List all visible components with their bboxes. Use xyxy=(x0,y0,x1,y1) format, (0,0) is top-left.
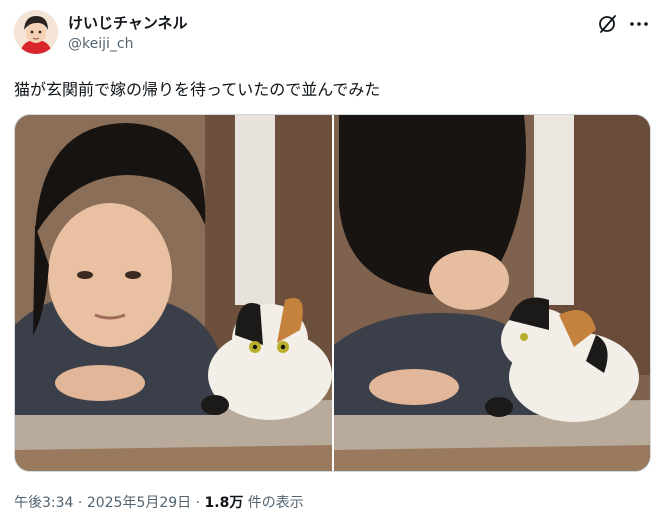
more-icon[interactable] xyxy=(627,12,651,36)
tweet-text: 猫が玄関前で嫁の帰りを待っていたので並んでみた xyxy=(14,80,381,99)
avatar-illustration xyxy=(14,10,58,54)
avatar[interactable] xyxy=(14,10,58,54)
author-display-name[interactable]: けいじチャンネル xyxy=(68,12,188,33)
meta-separator: · xyxy=(73,495,87,511)
meta-separator: · xyxy=(191,495,205,511)
views-count: 1.8万 xyxy=(204,495,244,511)
photo-man-and-cat-face-to-face[interactable] xyxy=(334,115,650,471)
tweet-time[interactable]: 午後3:34 xyxy=(14,495,73,511)
tweet-date[interactable]: 2025年5月29日 xyxy=(87,495,191,511)
photo-man-facing-camera-with-cat[interactable] xyxy=(15,115,332,471)
author-handle[interactable]: @keiji_ch xyxy=(68,36,133,52)
views-label: 件の表示 xyxy=(243,495,304,511)
media-grid xyxy=(14,114,651,472)
tweet-meta: 午後3:34 · 2025年5月29日 · 1.8万 件の表示 xyxy=(14,492,304,512)
grok-icon[interactable] xyxy=(596,12,620,36)
